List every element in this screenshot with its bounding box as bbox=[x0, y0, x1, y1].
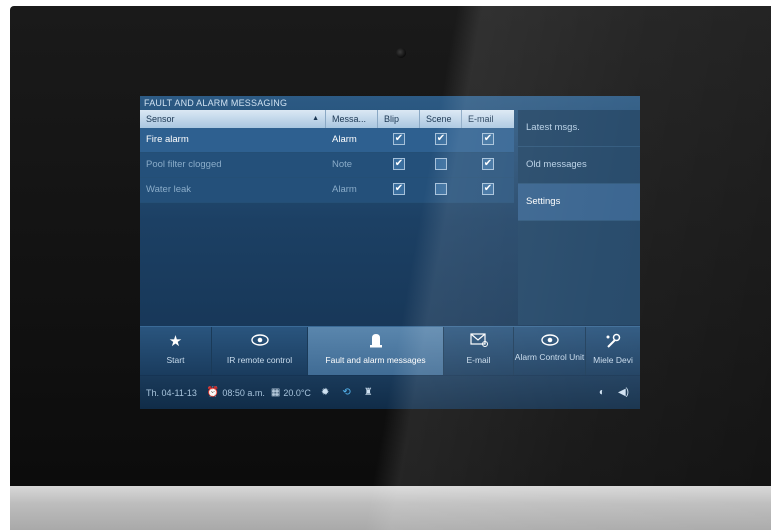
eye-icon bbox=[514, 333, 585, 351]
nav-item-fault-alarm-messages[interactable]: Fault and alarm messages bbox=[308, 327, 444, 375]
star-icon: ★ bbox=[168, 333, 183, 350]
status-date: Th. 04-11-13 bbox=[146, 387, 197, 398]
touch-screen: FAULT AND ALARM MESSAGING Sensor ▲ Messa… bbox=[140, 96, 640, 409]
table-row[interactable]: Fire alarm Alarm ✔ ✔ ✔ bbox=[140, 128, 514, 153]
camera-icon bbox=[396, 48, 406, 58]
blip-checkbox[interactable]: ✔ bbox=[393, 133, 405, 146]
sync-icon[interactable]: ⟲ bbox=[342, 387, 353, 398]
status-time: 08:50 a.m. bbox=[222, 387, 265, 398]
status-temperature: 20.0°C bbox=[283, 387, 311, 398]
wrench-icon bbox=[586, 333, 640, 351]
alarm-bell-icon bbox=[308, 333, 443, 351]
nav-item-miele-devices[interactable]: Miele Devi bbox=[586, 327, 640, 375]
bottom-navigation: ★ Start IR remote control Fault and alar… bbox=[140, 326, 640, 375]
side-menu-item-latest-msgs[interactable]: Latest msgs. bbox=[518, 110, 640, 147]
scene-checkbox[interactable]: ✔ bbox=[435, 183, 447, 196]
eye-icon bbox=[212, 333, 307, 351]
nav-item-alarm-control-unit[interactable]: Alarm Control Unit bbox=[514, 327, 586, 375]
column-header-scene[interactable]: Scene bbox=[420, 110, 462, 128]
nav-item-email[interactable]: E-mail bbox=[444, 327, 514, 375]
table-row[interactable]: Pool filter clogged Note ✔ ✔ ✔ bbox=[140, 153, 514, 178]
scene-checkbox[interactable]: ✔ bbox=[435, 133, 447, 146]
email-checkbox[interactable]: ✔ bbox=[482, 183, 494, 196]
message-type-cell: Note bbox=[332, 159, 353, 170]
thermometer-icon: ▦ bbox=[270, 387, 281, 398]
blip-checkbox[interactable]: ✔ bbox=[393, 158, 405, 171]
network-icon[interactable]: ◐ bbox=[599, 387, 608, 398]
sensor-cell: Pool filter clogged bbox=[146, 159, 222, 170]
nav-item-start[interactable]: ★ Start bbox=[140, 327, 212, 375]
message-type-cell: Alarm bbox=[332, 184, 357, 195]
alarm-clock-icon: ⏰ bbox=[206, 387, 220, 398]
blip-checkbox[interactable]: ✔ bbox=[393, 183, 405, 196]
sort-ascending-icon[interactable]: ▲ bbox=[312, 110, 319, 128]
email-checkbox[interactable]: ✔ bbox=[482, 158, 494, 171]
status-bar: Th. 04-11-13 ⏰ 08:50 a.m. ▦ 20.0°C ✹ ⟲ ♜… bbox=[140, 376, 640, 409]
alarm-status-icon[interactable]: ♜ bbox=[364, 387, 376, 398]
page-title: FAULT AND ALARM MESSAGING bbox=[144, 98, 288, 108]
email-checkbox[interactable]: ✔ bbox=[482, 133, 494, 146]
speaker-icon[interactable]: ◀) bbox=[618, 387, 632, 398]
table-row[interactable]: Water leak Alarm ✔ ✔ ✔ bbox=[140, 178, 514, 203]
settings-gear-icon[interactable]: ✹ bbox=[321, 387, 332, 398]
sensor-cell: Fire alarm bbox=[146, 134, 189, 145]
scene-checkbox[interactable]: ✔ bbox=[435, 158, 447, 171]
alarm-table: Sensor ▲ Messa... Blip Scene E-mail Fire… bbox=[140, 110, 514, 203]
column-header-sensor[interactable]: Sensor ▲ bbox=[140, 110, 326, 128]
nav-item-ir-remote-control[interactable]: IR remote control bbox=[212, 327, 308, 375]
column-header-blip[interactable]: Blip bbox=[378, 110, 420, 128]
email-icon bbox=[444, 333, 513, 351]
column-header-email[interactable]: E-mail bbox=[462, 110, 514, 128]
side-menu-item-settings[interactable]: Settings bbox=[518, 184, 640, 221]
device-bottom-bezel bbox=[10, 486, 771, 530]
sensor-cell: Water leak bbox=[146, 184, 192, 195]
side-menu-item-old-messages[interactable]: Old messages bbox=[518, 147, 640, 184]
table-header: Sensor ▲ Messa... Blip Scene E-mail bbox=[140, 110, 514, 128]
message-type-cell: Alarm bbox=[332, 134, 357, 145]
side-menu: Latest msgs. Old messages Settings bbox=[518, 110, 640, 325]
column-header-message[interactable]: Messa... bbox=[326, 110, 378, 128]
